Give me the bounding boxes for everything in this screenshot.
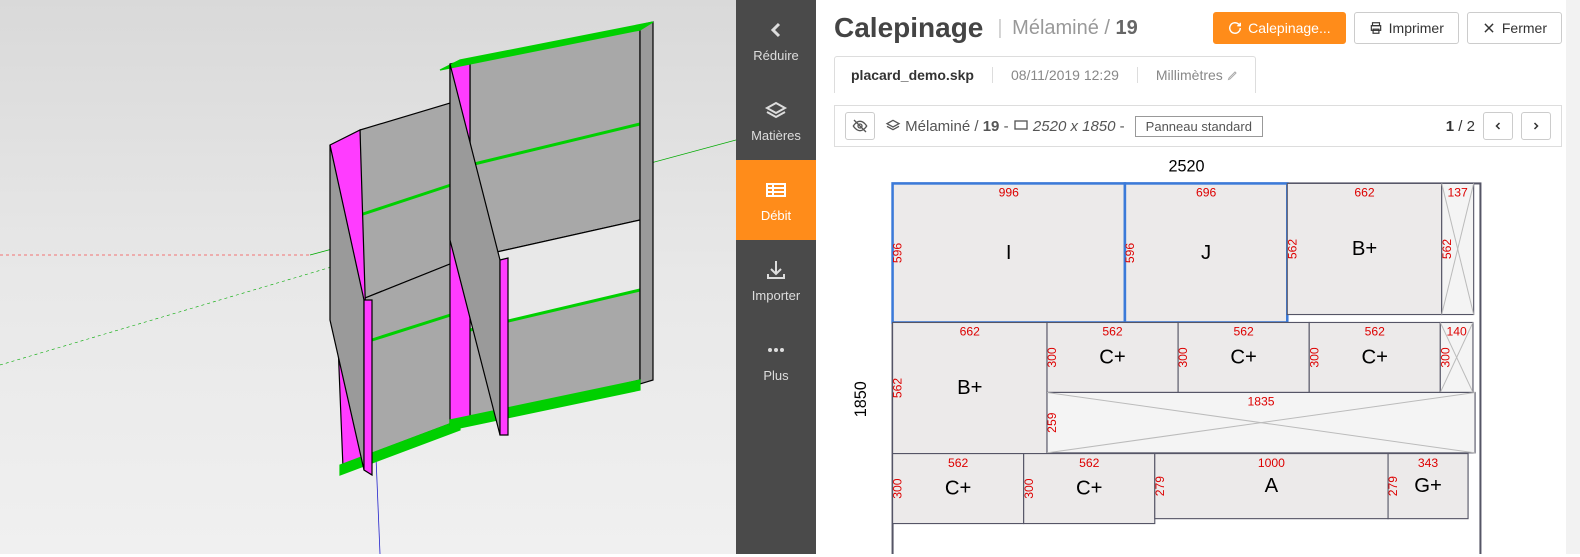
cutlist-diagram[interactable]: 2520 1850 I 996 596 J 696 596 B+ 662 562 137 562 B+ 66…: [816, 153, 1580, 554]
pencil-icon: [1227, 69, 1239, 81]
svg-text:1850: 1850: [852, 381, 870, 417]
sidebar-plus-label: Plus: [763, 368, 788, 383]
calepinage-button-label: Calepinage...: [1248, 20, 1331, 36]
svg-text:562: 562: [1102, 325, 1123, 339]
calepinage-button[interactable]: Calepinage...: [1213, 12, 1346, 44]
side-toolbar: Réduire Matières Débit Importer Plus: [736, 0, 816, 554]
svg-text:C+: C+: [1230, 347, 1256, 369]
page-prev-button[interactable]: [1483, 112, 1513, 140]
svg-text:I: I: [1006, 242, 1012, 264]
summary-badge: Panneau standard: [1135, 116, 1263, 137]
svg-text:596: 596: [891, 243, 905, 264]
panel-info-bar: Mélaminé / 19 - 2520 x 1850 - Panneau st…: [834, 105, 1562, 147]
print-icon: [1369, 21, 1383, 35]
close-button[interactable]: Fermer: [1467, 12, 1562, 44]
svg-text:140: 140: [1446, 325, 1467, 339]
svg-text:279: 279: [1153, 476, 1167, 497]
sidebar-plus[interactable]: Plus: [736, 320, 816, 400]
svg-text:137: 137: [1448, 186, 1469, 200]
sidebar-importer[interactable]: Importer: [736, 240, 816, 320]
chevron-left-icon: [764, 18, 788, 42]
panel-icon: [1013, 117, 1029, 133]
sidebar-reduce-label: Réduire: [753, 48, 799, 63]
svg-text:C+: C+: [1076, 478, 1102, 500]
svg-text:A: A: [1265, 475, 1279, 497]
svg-text:300: 300: [1438, 347, 1452, 368]
import-icon: [764, 258, 788, 282]
svg-text:662: 662: [1354, 186, 1375, 200]
svg-text:662: 662: [960, 325, 981, 339]
svg-text:562: 562: [1234, 325, 1255, 339]
svg-text:562: 562: [1365, 325, 1386, 339]
panel-title: Calepinage: [834, 12, 983, 44]
sidebar-debit-label: Débit: [761, 208, 791, 223]
subtitle-material: Mélaminé: [1012, 17, 1099, 39]
svg-text:J: J: [1201, 242, 1211, 264]
sidebar-reduce[interactable]: Réduire: [736, 0, 816, 80]
svg-text:343: 343: [1418, 456, 1439, 470]
svg-text:2520: 2520: [1168, 157, 1204, 175]
svg-text:562: 562: [1440, 239, 1454, 260]
info-text: Mélaminé / 19 - 2520 x 1850 -: [885, 117, 1125, 135]
close-icon: [1482, 21, 1496, 35]
svg-text:B+: B+: [1352, 238, 1377, 260]
print-button-label: Imprimer: [1389, 20, 1444, 36]
svg-text:562: 562: [1285, 239, 1299, 260]
cutlist-panel: Calepinage | Mélaminé / 19 Calepinage...…: [816, 0, 1580, 554]
svg-text:562: 562: [891, 378, 905, 399]
tab-units[interactable]: Millimètres: [1156, 67, 1239, 83]
more-icon: [764, 338, 788, 362]
svg-text:696: 696: [1196, 186, 1217, 200]
svg-text:279: 279: [1386, 476, 1400, 497]
svg-text:996: 996: [999, 186, 1020, 200]
materials-icon: [764, 98, 788, 122]
svg-text:C+: C+: [1099, 347, 1125, 369]
cutlist-icon: [764, 178, 788, 202]
svg-text:596: 596: [1123, 243, 1137, 264]
subtitle-thickness: 19: [1116, 17, 1138, 39]
sidebar-matieres[interactable]: Matières: [736, 80, 816, 160]
svg-text:C+: C+: [1362, 347, 1388, 369]
svg-text:300: 300: [1045, 347, 1059, 368]
svg-text:1835: 1835: [1248, 395, 1275, 409]
chevron-right-icon: [1530, 120, 1542, 132]
svg-text:300: 300: [891, 478, 905, 499]
svg-text:259: 259: [1045, 412, 1059, 433]
file-tab[interactable]: placard_demo.skp 08/11/2019 12:29 Millim…: [834, 56, 1256, 93]
panel-header: Calepinage | Mélaminé / 19 Calepinage...…: [816, 0, 1580, 56]
sidebar-matieres-label: Matières: [751, 128, 801, 143]
svg-text:300: 300: [1022, 478, 1036, 499]
svg-text:1000: 1000: [1258, 456, 1285, 470]
visibility-toggle[interactable]: [845, 112, 875, 140]
tab-filename: placard_demo.skp: [851, 67, 974, 83]
model-viewport[interactable]: [0, 0, 736, 554]
svg-text:562: 562: [1079, 456, 1100, 470]
print-button[interactable]: Imprimer: [1354, 12, 1459, 44]
panel-subtitle: | Mélaminé / 19: [993, 17, 1137, 40]
svg-text:C+: C+: [945, 478, 971, 500]
svg-text:B+: B+: [957, 377, 982, 399]
svg-text:300: 300: [1176, 347, 1190, 368]
close-button-label: Fermer: [1502, 20, 1547, 36]
chevron-left-icon: [1492, 120, 1504, 132]
page-indicator: 1 / 2: [1446, 118, 1475, 135]
refresh-icon: [1228, 21, 1242, 35]
svg-text:562: 562: [948, 456, 969, 470]
file-tab-bar: placard_demo.skp 08/11/2019 12:29 Millim…: [816, 56, 1580, 93]
tab-date: 08/11/2019 12:29: [1011, 67, 1119, 83]
eye-off-icon: [852, 118, 868, 134]
svg-text:G+: G+: [1414, 475, 1442, 497]
page-next-button[interactable]: [1521, 112, 1551, 140]
sidebar-importer-label: Importer: [752, 288, 800, 303]
layers-icon: [885, 117, 901, 133]
sidebar-debit[interactable]: Débit: [736, 160, 816, 240]
page-navigation: 1 / 2: [1446, 112, 1551, 140]
svg-text:300: 300: [1307, 347, 1321, 368]
